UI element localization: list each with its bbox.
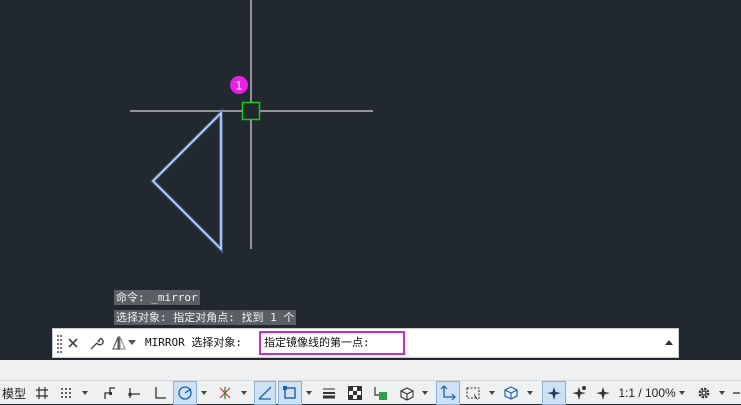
- infer-constraints-icon[interactable]: [100, 381, 120, 405]
- command-line-bar: MIRROR 选择对象: 指定镜像线的第一点:: [52, 328, 679, 358]
- selection-filter-dropdown-icon[interactable]: [489, 391, 495, 395]
- settings-gear-icon[interactable]: [693, 381, 715, 405]
- drawing-canvas[interactable]: 1: [0, 0, 741, 360]
- transparency-icon[interactable]: [344, 381, 366, 405]
- dynamic-ucs-icon[interactable]: [124, 381, 146, 405]
- customization-menu-icon[interactable]: [731, 381, 741, 405]
- scale-label: 1:1 / 100%: [618, 386, 676, 400]
- canvas-background: [0, 0, 741, 360]
- command-prompt: MIRROR 选择对象:: [145, 336, 242, 349]
- status-bar: 模型 1:1 / 100%: [0, 380, 741, 405]
- osnap-dropdown-icon[interactable]: [306, 391, 312, 395]
- isodraft-icon[interactable]: [214, 381, 236, 405]
- grid-icon[interactable]: [32, 381, 52, 405]
- ortho-icon[interactable]: [150, 381, 170, 405]
- scale-dropdown-icon[interactable]: [679, 391, 685, 395]
- selection-filter-icon[interactable]: [462, 381, 484, 405]
- dynamic-input-icon[interactable]: [436, 381, 460, 405]
- snap-dropdown-icon[interactable]: [82, 391, 88, 395]
- gizmo-dropdown-icon[interactable]: [527, 391, 533, 395]
- command-history-line-2: 选择对象: 指定对角点: 找到 1 个: [114, 310, 297, 325]
- object-snap-icon[interactable]: [278, 381, 302, 405]
- annotation-visibility-icon[interactable]: [542, 381, 566, 405]
- auto-scale-icon[interactable]: [568, 381, 590, 405]
- dropdown-arrow-icon[interactable]: [126, 329, 138, 357]
- snap-icon[interactable]: [56, 381, 76, 405]
- close-icon[interactable]: [63, 329, 83, 357]
- grip-handle-icon[interactable]: [57, 335, 62, 353]
- object-snap-tracking-icon[interactable]: [254, 381, 276, 405]
- 3d-osnap-dropdown-icon[interactable]: [422, 391, 428, 395]
- polar-dropdown-icon[interactable]: [201, 391, 207, 395]
- wrench-icon[interactable]: [86, 329, 106, 357]
- 3d-osnap-icon[interactable]: [396, 381, 418, 405]
- isodraft-dropdown-icon[interactable]: [241, 391, 247, 395]
- scale-readout[interactable]: 1:1 / 100%: [618, 381, 676, 405]
- scroll-up-icon[interactable]: [665, 340, 673, 345]
- model-tab[interactable]: 模型: [0, 381, 28, 405]
- status-strip: [0, 360, 741, 380]
- lineweight-icon[interactable]: [318, 381, 340, 405]
- annotation-scale-icon[interactable]: [592, 381, 614, 405]
- step-marker-label: 1: [236, 79, 243, 93]
- gizmo-icon[interactable]: [500, 381, 522, 405]
- command-input[interactable]: 指定镜像线的第一点:: [259, 331, 405, 355]
- model-label: 模型: [1, 386, 26, 401]
- command-history-line-1: 命令: _mirror: [114, 290, 200, 305]
- settings-dropdown-icon[interactable]: [719, 391, 725, 395]
- polar-tracking-icon[interactable]: [173, 381, 197, 405]
- selection-cycling-icon[interactable]: [370, 381, 392, 405]
